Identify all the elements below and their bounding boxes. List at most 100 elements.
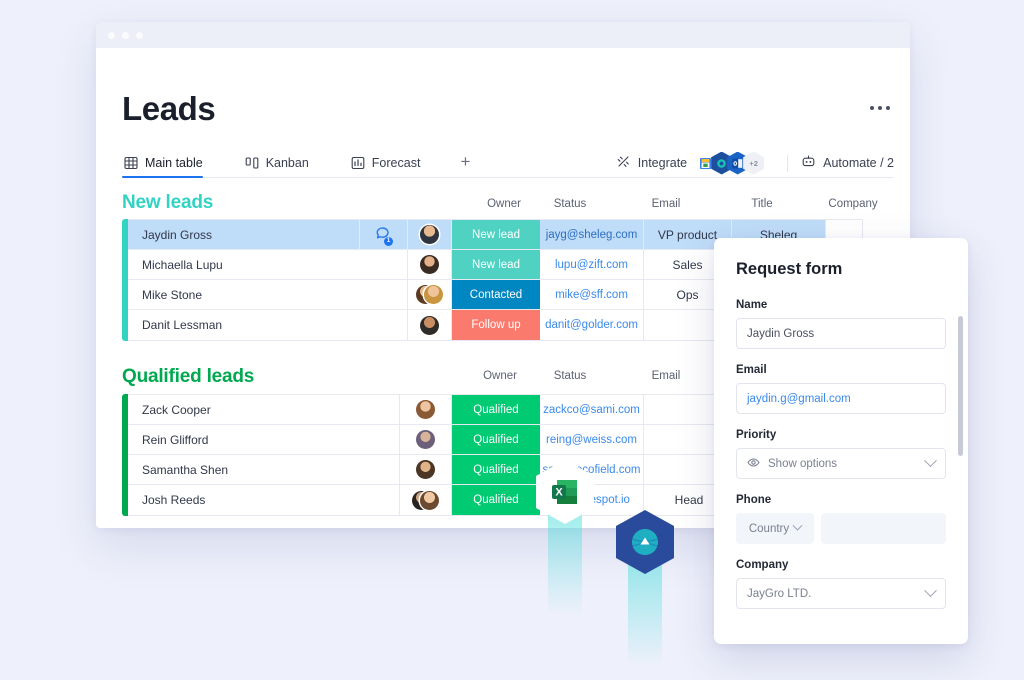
cell-owner[interactable] <box>400 395 452 424</box>
cell-name[interactable]: Mike Stone <box>128 280 408 309</box>
avatar <box>420 315 439 335</box>
cell-chat[interactable]: 1 <box>360 220 408 249</box>
email-label: Email <box>736 364 767 376</box>
automate-label: Automate / 2 <box>823 156 894 170</box>
form-field-phone: Phone Country <box>736 494 946 544</box>
integration-apps[interactable]: +2 <box>695 151 765 175</box>
form-scrollbar[interactable] <box>958 316 963 456</box>
tab-label: Main table <box>145 156 203 170</box>
integrate-label: Integrate <box>637 156 688 170</box>
cell-owner[interactable] <box>408 250 452 279</box>
floating-globe-integration[interactable] <box>616 510 674 666</box>
cell-owner[interactable] <box>400 425 452 454</box>
chevron-down-icon <box>924 454 937 468</box>
window-dot-maximize[interactable] <box>136 31 143 39</box>
table-rows: Zack Cooper Qualified zackco@sami.com Re… <box>128 394 735 516</box>
table-row[interactable]: Samantha Shen Qualified sam@ecofield.com <box>128 455 734 485</box>
priority-select[interactable]: Show options <box>736 448 946 479</box>
screenshot-stage: Leads Main table Kanban Forecast + Integ… <box>0 0 1024 680</box>
cell-email[interactable]: mike@sff.com <box>540 280 644 309</box>
cell-owner[interactable] <box>408 310 452 340</box>
more-dot <box>870 106 874 110</box>
column-header-company[interactable]: Company <box>806 198 900 210</box>
cell-email[interactable]: reing@weiss.com <box>540 425 644 454</box>
column-header-owner[interactable]: Owner <box>482 198 526 210</box>
integrate-button[interactable]: Integrate <box>616 154 687 172</box>
group-title-qualified-leads: Qualified leads <box>122 366 255 387</box>
table-qualified-leads: Zack Cooper Qualified zackco@sami.com Re… <box>122 394 735 516</box>
robot-icon <box>801 154 816 172</box>
window-dot-close[interactable] <box>108 31 115 39</box>
add-view-button[interactable]: + <box>460 153 470 177</box>
cell-status[interactable]: New lead <box>452 250 540 279</box>
table-row[interactable]: Zack Cooper Qualified zackco@sami.com <box>128 395 734 425</box>
cell-status[interactable]: Qualified <box>452 395 540 424</box>
more-dot <box>886 106 890 110</box>
cell-status[interactable]: New lead <box>452 220 540 249</box>
email-field[interactable]: jaydin.g@gmail.com <box>736 383 946 414</box>
form-field-name: Name Jaydin Gross <box>736 299 946 349</box>
cell-status[interactable]: Qualified <box>452 455 540 484</box>
avatar <box>424 285 443 304</box>
cell-owner[interactable] <box>400 485 452 515</box>
add-column-button[interactable]: + <box>900 198 910 210</box>
eye-icon <box>747 456 760 472</box>
toolbar-divider <box>787 154 789 172</box>
cell-status[interactable]: Follow up <box>452 310 540 340</box>
name-field[interactable]: Jaydin Gross <box>736 318 946 349</box>
more-options-button[interactable] <box>870 106 890 110</box>
cell-email[interactable]: lupu@zift.com <box>540 250 644 279</box>
company-label: Company <box>736 559 789 571</box>
avatar <box>416 460 435 479</box>
column-header-status[interactable]: Status <box>526 370 614 382</box>
cell-owner[interactable] <box>408 220 452 249</box>
chat-bubble-icon[interactable]: 1 <box>375 225 393 246</box>
globe-app-icon[interactable] <box>616 510 674 574</box>
svg-text:X: X <box>555 487 563 499</box>
cell-name[interactable]: Rein Glifford <box>128 425 400 454</box>
column-header-email[interactable]: Email <box>614 370 718 382</box>
form-title: Request form <box>736 260 843 278</box>
excel-app-icon[interactable]: X <box>536 460 594 524</box>
column-header-owner[interactable]: Owner <box>474 370 526 382</box>
avatar-group <box>412 490 439 510</box>
cell-name[interactable]: Jaydin Gross <box>128 220 360 249</box>
automate-button[interactable]: Automate / 2 <box>801 154 894 172</box>
cell-name[interactable]: Danit Lessman <box>128 310 408 340</box>
column-headers-new-leads: Owner Status Email Title Company + <box>482 198 910 210</box>
cell-name[interactable]: Michaella Lupu <box>128 250 408 279</box>
request-form-panel: Request form Name Jaydin Gross Email jay… <box>714 238 968 644</box>
group-title-new-leads: New leads <box>122 192 214 213</box>
column-header-email[interactable]: Email <box>614 198 718 210</box>
cell-email[interactable]: jayg@sheleg.com <box>540 220 644 249</box>
cell-name[interactable]: Samantha Shen <box>128 455 400 484</box>
cell-name[interactable]: Zack Cooper <box>128 395 400 424</box>
cell-email[interactable]: danit@golder.com <box>540 310 644 340</box>
chevron-down-icon <box>792 520 803 531</box>
tab-forecast[interactable]: Forecast <box>349 156 435 177</box>
tab-main-table[interactable]: Main table <box>122 156 217 178</box>
avatar <box>416 430 435 449</box>
tab-label: Kanban <box>265 156 309 170</box>
table-row[interactable]: Rein Glifford Qualified reing@weiss.com <box>128 425 734 455</box>
company-select[interactable]: JayGro LTD. <box>736 578 946 609</box>
cell-owner[interactable] <box>400 455 452 484</box>
more-apps-badge[interactable]: +2 <box>743 151 765 175</box>
column-header-status[interactable]: Status <box>526 198 614 210</box>
cell-status[interactable]: Qualified <box>452 425 540 454</box>
phone-label: Phone <box>736 494 772 506</box>
floating-excel-integration[interactable]: X <box>536 460 594 616</box>
cell-status[interactable]: Contacted <box>452 280 540 309</box>
window-dot-minimize[interactable] <box>122 31 129 39</box>
cell-owner[interactable] <box>408 280 452 309</box>
cell-name[interactable]: Josh Reeds <box>128 485 400 515</box>
avatar <box>420 255 439 274</box>
country-select[interactable]: Country <box>736 513 814 544</box>
cell-status[interactable]: Qualified <box>452 485 540 515</box>
tab-kanban[interactable]: Kanban <box>243 156 323 177</box>
form-field-priority: Priority Show options <box>736 429 946 479</box>
more-dot <box>878 106 882 110</box>
column-header-title[interactable]: Title <box>718 198 806 210</box>
cell-email[interactable]: zackco@sami.com <box>540 395 644 424</box>
phone-number-field[interactable] <box>821 513 946 544</box>
